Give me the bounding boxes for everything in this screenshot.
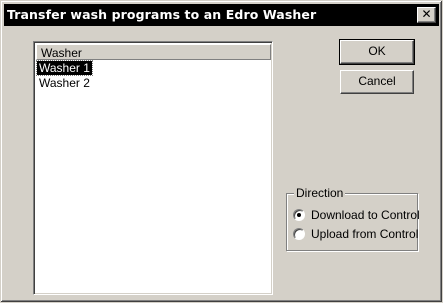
cancel-button[interactable]: Cancel	[340, 70, 414, 94]
radio-button-checked[interactable]	[293, 209, 305, 221]
list-column-header[interactable]: Washer	[36, 44, 271, 60]
transfer-dialog: Transfer wash programs to an Edro Washer…	[0, 0, 443, 303]
list-item-washer-2[interactable]: Washer 2	[37, 76, 92, 90]
washer-list[interactable]: Washer Washer 1 Washer 2	[33, 41, 273, 295]
title-bar: Transfer wash programs to an Edro Washer…	[4, 4, 439, 26]
radio-label-download: Download to Control	[311, 208, 420, 222]
close-icon[interactable]: ✕	[417, 7, 436, 23]
direction-group-label: Direction	[294, 186, 346, 200]
radio-button-unchecked[interactable]	[293, 228, 305, 240]
column-header-label: Washer	[41, 46, 82, 60]
window-title: Transfer wash programs to an Edro Washer	[7, 7, 317, 22]
radio-label-upload: Upload from Control	[311, 227, 419, 241]
ok-button[interactable]: OK	[339, 39, 415, 65]
direction-group: Direction Download to Control Upload fro…	[286, 186, 420, 251]
list-item-washer-1[interactable]: Washer 1	[36, 60, 93, 76]
